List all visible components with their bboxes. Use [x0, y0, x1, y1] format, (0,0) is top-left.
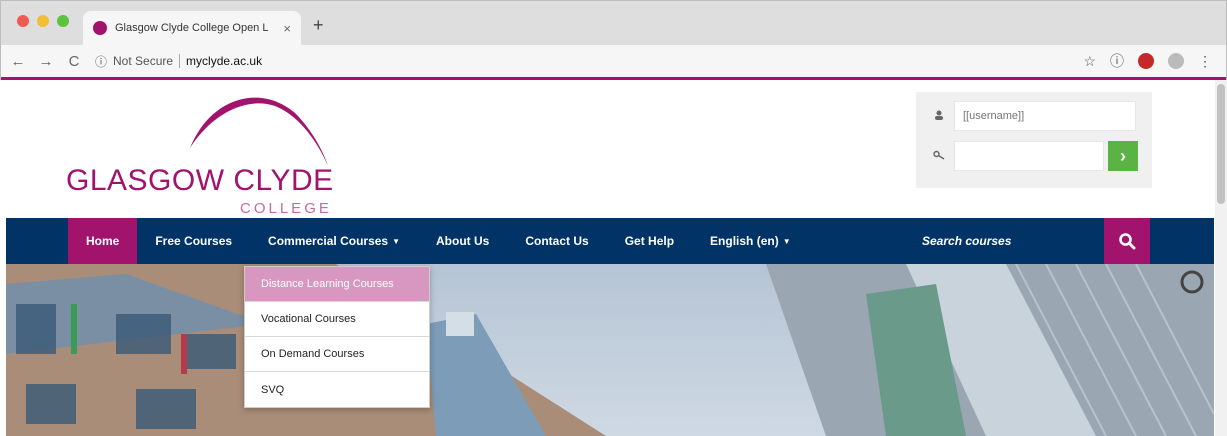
commercial-courses-dropdown: Distance Learning Courses Vocational Cou…: [244, 266, 430, 408]
url-text: myclyde.ac.uk: [186, 54, 263, 68]
back-arrow-icon[interactable]: ←: [7, 53, 29, 70]
page-scrollbar[interactable]: [1215, 80, 1227, 436]
nav-item-get-help[interactable]: Get Help: [607, 218, 692, 264]
web-page: GLASGOW CLYDE COLLEGE › Home Free Course…: [6, 80, 1214, 436]
key-icon: [924, 149, 954, 163]
login-submit-button[interactable]: ›: [1108, 141, 1138, 171]
menu-kebab-icon[interactable]: ⋮: [1198, 53, 1212, 70]
scrollbar-thumb[interactable]: [1217, 84, 1225, 204]
hero-image: [6, 264, 1214, 436]
nav-item-free-courses[interactable]: Free Courses: [137, 218, 250, 264]
login-box: ›: [916, 92, 1152, 188]
college-building-photo: [6, 264, 1214, 436]
dropdown-item-distance-learning[interactable]: Distance Learning Courses: [245, 267, 429, 302]
dropdown-item-svq[interactable]: SVQ: [245, 372, 429, 407]
password-row: ›: [924, 140, 1144, 172]
browser-tab[interactable]: Glasgow Clyde College Open L ×: [83, 11, 301, 45]
nav-item-language[interactable]: English (en) ▼: [692, 218, 809, 264]
extension-icon[interactable]: [1138, 53, 1154, 69]
nav-item-about-us[interactable]: About Us: [418, 218, 507, 264]
user-icon: [924, 109, 954, 123]
profile-avatar-icon[interactable]: [1168, 53, 1184, 69]
browser-toolbar: ← → C ⓘ Not Secure myclyde.ac.uk ☆ ⓘ ⋮: [1, 45, 1226, 77]
close-window-button[interactable]: [17, 15, 29, 27]
caret-down-icon: ▼: [392, 236, 401, 246]
college-logo[interactable]: GLASGOW CLYDE COLLEGE: [60, 88, 350, 218]
address-bar[interactable]: ⓘ Not Secure myclyde.ac.uk: [95, 50, 262, 72]
tab-title: Glasgow Clyde College Open L: [115, 22, 269, 34]
main-navigation: Home Free Courses Commercial Courses ▼ Ab…: [6, 218, 1214, 264]
caret-down-icon: ▼: [782, 236, 791, 246]
separator: [179, 54, 181, 68]
maximize-window-button[interactable]: [57, 15, 69, 27]
logo-name: GLASGOW CLYDE: [66, 164, 334, 197]
dropdown-item-on-demand[interactable]: On Demand Courses: [245, 337, 429, 372]
browser-window-chrome: Glasgow Clyde College Open L × + ← → C ⓘ…: [0, 0, 1227, 80]
favicon-icon: [93, 21, 107, 35]
info-icon[interactable]: ⓘ: [95, 53, 107, 70]
security-label: Not Secure: [113, 54, 174, 68]
dropdown-item-vocational[interactable]: Vocational Courses: [245, 302, 429, 337]
search-courses-input[interactable]: Search courses: [922, 218, 1011, 264]
new-tab-button[interactable]: +: [313, 15, 324, 36]
bookmark-star-icon[interactable]: ☆: [1083, 53, 1096, 70]
forward-arrow-icon[interactable]: →: [35, 53, 57, 70]
toolbar-actions: ☆ ⓘ ⋮: [1083, 51, 1212, 71]
tab-close-button[interactable]: ×: [283, 21, 291, 36]
search-button[interactable]: [1104, 218, 1150, 264]
extension-info-icon[interactable]: ⓘ: [1110, 51, 1124, 71]
nav-item-contact-us[interactable]: Contact Us: [507, 218, 606, 264]
reload-icon[interactable]: C: [63, 53, 85, 70]
nav-item-commercial-courses[interactable]: Commercial Courses ▼: [250, 218, 418, 264]
username-input[interactable]: [954, 101, 1136, 131]
window-controls: [17, 15, 69, 27]
username-row: [924, 100, 1144, 132]
minimize-window-button[interactable]: [37, 15, 49, 27]
nav-item-home[interactable]: Home: [68, 218, 138, 264]
search-icon: [1119, 233, 1136, 250]
logo-subtitle: COLLEGE: [240, 200, 332, 217]
chevron-right-icon: ›: [1120, 145, 1126, 166]
password-input[interactable]: [954, 141, 1104, 171]
